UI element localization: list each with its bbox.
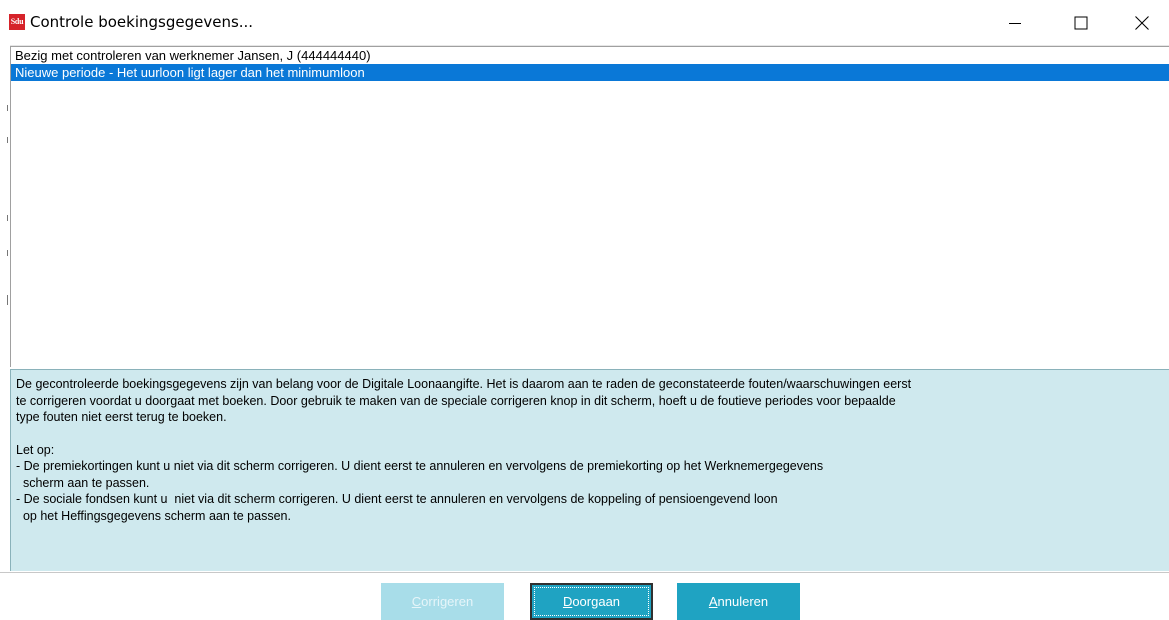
annuleren-label: nnuleren bbox=[717, 594, 769, 609]
button-bar: Corrigeren Doorgaan Annuleren bbox=[0, 572, 1169, 620]
maximize-icon bbox=[1074, 16, 1088, 29]
note-line: scherm aan te passen. bbox=[16, 475, 150, 490]
window-left-edge bbox=[0, 45, 10, 572]
note-line: - De premiekortingen kunt u niet via dit… bbox=[16, 459, 824, 473]
doorgaan-hotkey: D bbox=[562, 594, 573, 609]
minimize-icon bbox=[1009, 22, 1021, 24]
dialog-window: Sdu Controle boekingsgegevens... Bezig m… bbox=[0, 0, 1169, 620]
check-results-list[interactable]: Bezig met controleren van werknemer Jans… bbox=[10, 46, 1169, 367]
note-heading: Let op: bbox=[16, 442, 55, 457]
note-line: - De sociale fondsen kunt u niet via dit… bbox=[16, 492, 778, 506]
close-icon bbox=[1135, 15, 1149, 30]
info-text-line: type fouten niet eerst terug te boeken. bbox=[16, 410, 227, 424]
corrigeren-hotkey: C bbox=[411, 594, 422, 609]
window-title: Controle boekingsgegevens... bbox=[30, 13, 254, 31]
annuleren-button[interactable]: Annuleren bbox=[677, 583, 800, 620]
corrigeren-label: orrigeren bbox=[421, 594, 474, 609]
info-text-line: te corrigeren voordat u doorgaat met boe… bbox=[16, 393, 896, 408]
corrigeren-button[interactable]: Corrigeren bbox=[381, 583, 504, 620]
annuleren-hotkey: A bbox=[708, 594, 718, 609]
maximize-button[interactable] bbox=[1058, 0, 1104, 45]
minimize-button[interactable] bbox=[992, 0, 1038, 45]
doorgaan-label: oorgaan bbox=[572, 594, 621, 609]
list-item[interactable]: Bezig met controleren van werknemer Jans… bbox=[11, 47, 1169, 64]
close-button[interactable] bbox=[1119, 0, 1165, 45]
doorgaan-button[interactable]: Doorgaan bbox=[530, 583, 653, 620]
info-panel: De gecontroleerde boekingsgegevens zijn … bbox=[10, 369, 1169, 571]
sdu-app-icon: Sdu bbox=[9, 14, 25, 30]
info-text-line: De gecontroleerde boekingsgegevens zijn … bbox=[16, 377, 912, 391]
title-bar[interactable]: Sdu Controle boekingsgegevens... bbox=[0, 0, 1169, 46]
note-line: op het Heffingsgegevens scherm aan te pa… bbox=[16, 508, 291, 523]
list-item-selected[interactable]: Nieuwe periode - Het uurloon ligt lager … bbox=[11, 64, 1169, 81]
